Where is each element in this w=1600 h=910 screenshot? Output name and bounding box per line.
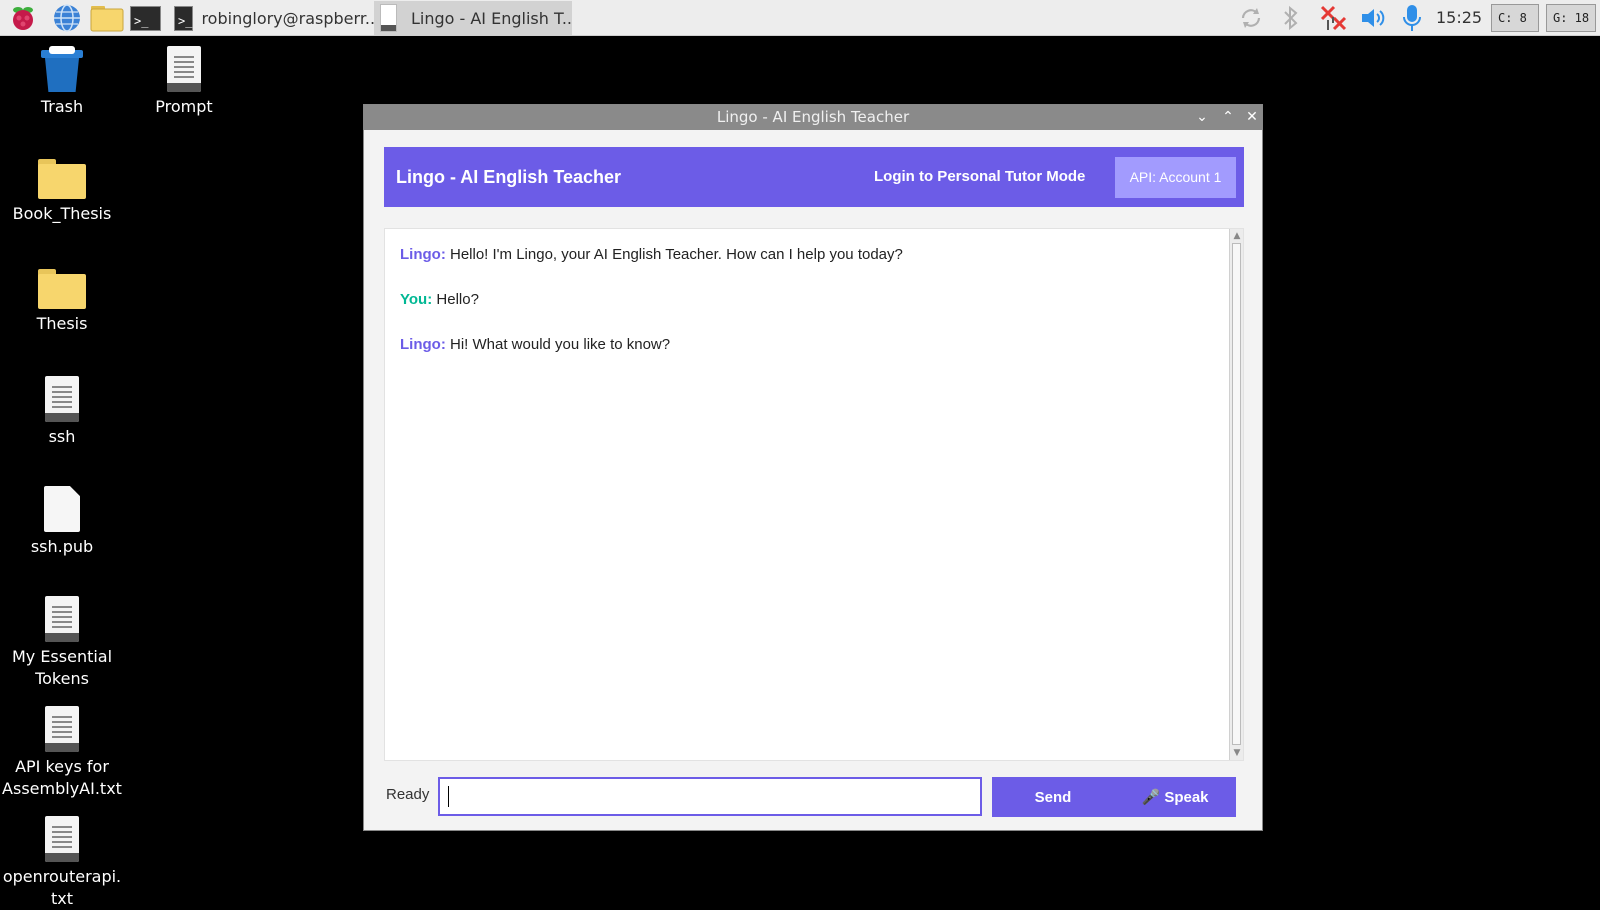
- app-title: Lingo - AI English Teacher: [396, 167, 622, 187]
- desktop-icon-book-thesis[interactable]: Book_Thesis: [2, 159, 122, 225]
- window-titlebar[interactable]: Lingo - AI English Teacher ⌄ ⌃ ✕: [364, 105, 1262, 130]
- raspberry-pi-icon[interactable]: [8, 3, 38, 33]
- text-file-icon: [45, 376, 79, 422]
- globe-icon[interactable]: [52, 3, 82, 33]
- desktop-icon-label: Trash: [40, 97, 84, 116]
- minimize-icon[interactable]: ⌄: [1192, 105, 1212, 130]
- gpu-monitor[interactable]: G: 18: [1546, 4, 1596, 32]
- chat-scrollbar[interactable]: ▲ ▼: [1229, 229, 1243, 760]
- message-speaker: Lingo:: [400, 336, 446, 353]
- microphone-icon[interactable]: [1398, 0, 1426, 36]
- volume-icon[interactable]: [1358, 0, 1388, 36]
- terminal-icon[interactable]: >_: [130, 3, 161, 33]
- cpu-monitor[interactable]: C: 8: [1491, 4, 1539, 32]
- app-header: Lingo - AI English Teacher Login to Pers…: [384, 147, 1244, 207]
- message-speaker: You:: [400, 291, 433, 308]
- message-text: Hi! What would you like to know?: [450, 336, 671, 353]
- clock[interactable]: 15:25: [1436, 8, 1482, 27]
- network-disconnected-icon[interactable]: [1318, 0, 1348, 36]
- send-button[interactable]: Send: [992, 777, 1114, 817]
- bluetooth-icon[interactable]: [1278, 0, 1304, 36]
- text-file-icon: [45, 596, 79, 642]
- desktop-icon-label: Book_Thesis: [12, 204, 112, 223]
- desktop-icon-label: openrouterapi. txt: [2, 867, 122, 908]
- desktop-icon-ssh-pub[interactable]: ssh.pub: [2, 486, 122, 558]
- file-icon: [44, 486, 80, 532]
- text-file-icon: [167, 46, 201, 92]
- desktop-icon-assemblyai-keys[interactable]: API keys for AssemblyAI.txt: [2, 706, 122, 800]
- terminal-icon: >_: [174, 5, 194, 31]
- chat-message: You: Hello?: [400, 291, 479, 308]
- desktop-icon-label: ssh.pub: [30, 537, 94, 556]
- document-icon: [380, 4, 397, 32]
- window-title: Lingo - AI English Teacher: [716, 108, 910, 126]
- scroll-up-icon[interactable]: ▲: [1232, 231, 1242, 241]
- chat-history[interactable]: Lingo: Hello! I'm Lingo, your AI English…: [384, 228, 1244, 761]
- folder-icon: [38, 269, 86, 309]
- app-window: Lingo - AI English Teacher ⌄ ⌃ ✕ Lingo -…: [363, 104, 1263, 831]
- desktop-icon-trash[interactable]: Trash: [2, 46, 122, 118]
- scrollbar-thumb[interactable]: [1232, 243, 1241, 745]
- status-label: Ready: [386, 786, 430, 803]
- text-file-icon: [45, 706, 79, 752]
- chat-message: Lingo: Hello! I'm Lingo, your AI English…: [400, 246, 903, 263]
- chat-message: Lingo: Hi! What would you like to know?: [400, 336, 670, 353]
- desktop-icon-label: ssh: [48, 427, 76, 446]
- api-account-button[interactable]: API: Account 1: [1115, 157, 1236, 198]
- folder-icon: [38, 159, 86, 199]
- speak-button[interactable]: 🎤 Speak: [1114, 777, 1236, 817]
- text-file-icon: [45, 816, 79, 862]
- desktop-icon-essential-tokens[interactable]: My Essential Tokens: [2, 596, 122, 690]
- desktop-icon-label: API keys for AssemblyAI.txt: [2, 757, 122, 798]
- scroll-down-icon[interactable]: ▼: [1232, 748, 1242, 758]
- folder-icon[interactable]: [90, 3, 124, 33]
- desktop-icon-thesis[interactable]: Thesis: [2, 269, 122, 335]
- desktop-icon-openrouterapi[interactable]: openrouterapi. txt: [2, 816, 122, 910]
- task-terminal[interactable]: >_ robinglory@raspberr..: [168, 1, 375, 35]
- desktop-icon-label: Thesis: [36, 314, 88, 333]
- taskbar: >_ >_ robinglory@raspberr.. Lingo - AI E…: [0, 0, 1600, 36]
- message-speaker: Lingo:: [400, 246, 446, 263]
- desktop-icon-ssh[interactable]: ssh: [2, 376, 122, 448]
- maximize-icon[interactable]: ⌃: [1218, 105, 1238, 130]
- desktop-icon-label: My Essential Tokens: [11, 647, 113, 688]
- desktop-icon-prompt[interactable]: Prompt: [124, 46, 244, 118]
- task-lingo[interactable]: Lingo - AI English T..: [374, 1, 572, 35]
- sync-icon[interactable]: [1236, 0, 1266, 36]
- message-text: Hello! I'm Lingo, your AI English Teache…: [450, 246, 903, 263]
- desktop-icon-label: Prompt: [155, 97, 213, 116]
- message-input[interactable]: [438, 777, 982, 816]
- task-label: robinglory@raspberr..: [201, 8, 376, 28]
- text-caret: [448, 786, 449, 807]
- login-tutor-mode-button[interactable]: Login to Personal Tutor Mode: [874, 147, 1085, 207]
- trash-icon: [41, 46, 83, 92]
- message-text: Hello?: [436, 291, 479, 308]
- task-label: Lingo - AI English T..: [410, 8, 572, 28]
- close-icon[interactable]: ✕: [1242, 105, 1262, 130]
